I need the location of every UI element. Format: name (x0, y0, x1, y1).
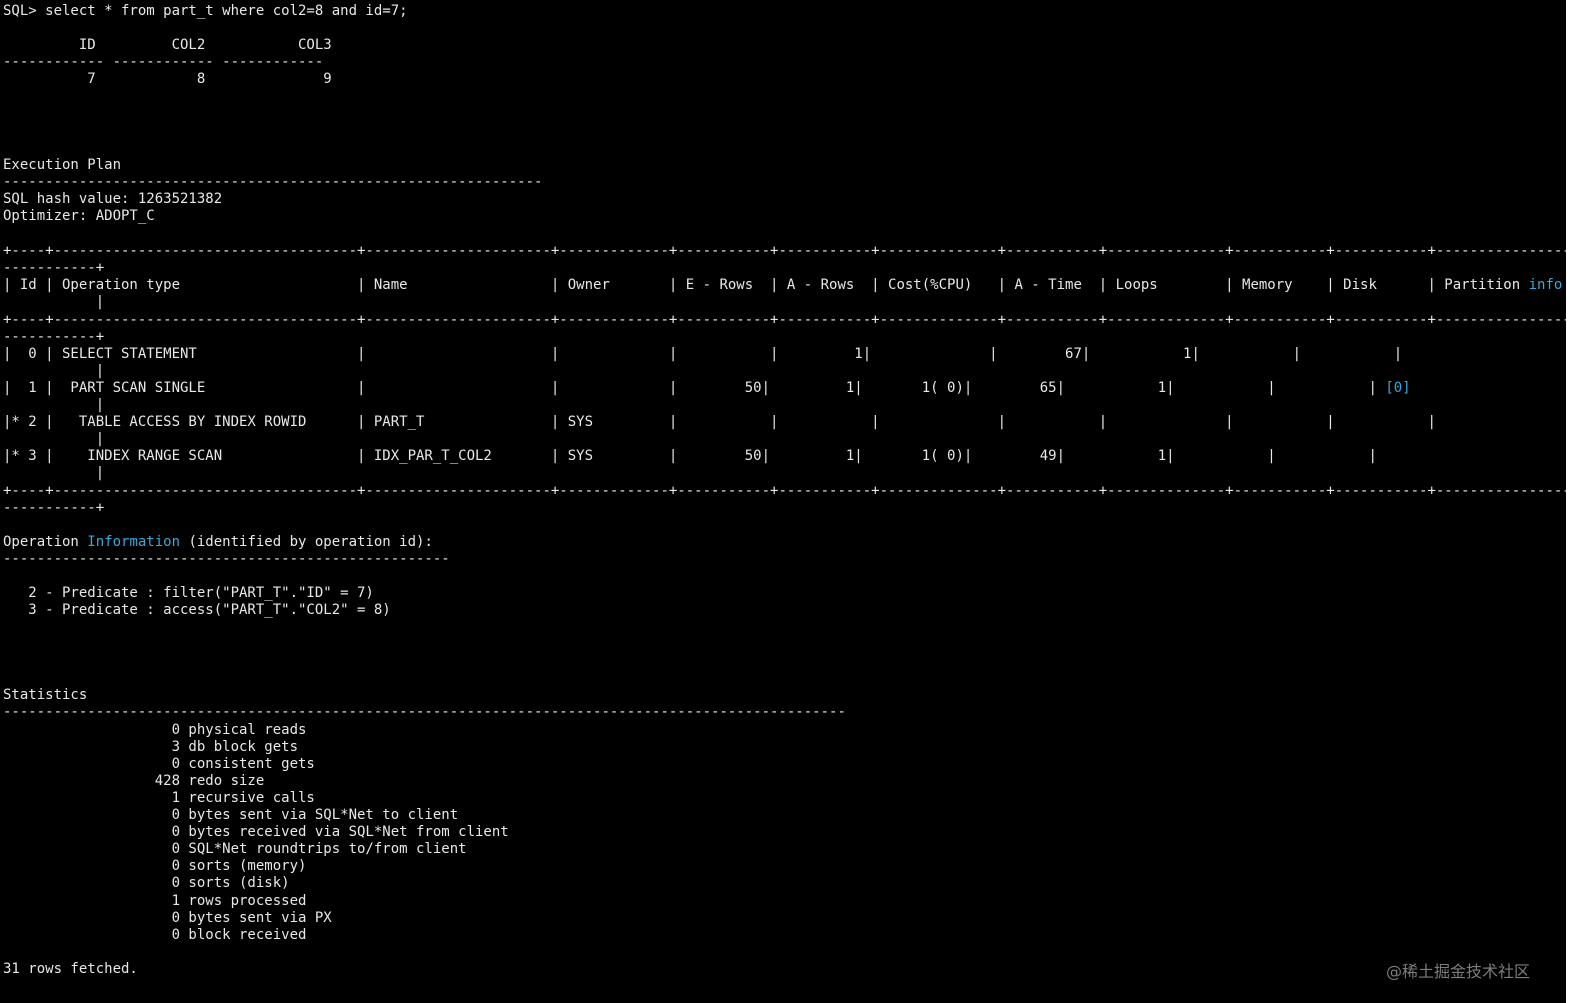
statistic-line: 0 bytes sent via SQL*Net to client (3, 807, 459, 823)
plan-header-row: | Id | Operation type | Name | Owner | E… (3, 277, 1562, 294)
statistics-rule: ----------------------------------------… (3, 704, 846, 720)
operation-info-rule: ----------------------------------------… (3, 551, 450, 567)
plan-row-0-wrap: | (3, 363, 105, 379)
rows-fetched-footer: 31 rows fetched. (3, 961, 138, 977)
statistics-title: Statistics (3, 687, 88, 703)
statistic-line: 1 recursive calls (3, 790, 315, 806)
result-row: 7 8 9 (3, 71, 332, 87)
optimizer-line: Optimizer: ADOPT_C (3, 208, 155, 224)
statistic-line: 1 rows processed (3, 893, 307, 909)
predicate-line: 2 - Predicate : filter("PART_T"."ID" = 7… (3, 585, 374, 601)
statistic-line: 3 db block gets (3, 739, 299, 755)
operation-info-title-b: (identified by operation id): (180, 534, 433, 550)
plan-header-text: | Id | Operation type | Name | Owner | E… (3, 277, 1529, 293)
plan-row-1: | 1 | PART SCAN SINGLE | | | 50| 1| 1( 0… (3, 380, 1411, 397)
predicate-line: 3 - Predicate : access("PART_T"."COL2" =… (3, 602, 391, 618)
plan-row-0: | 0 | SELECT STATEMENT | | | | 1| | 67| … (3, 346, 1403, 362)
statistic-line: 0 physical reads (3, 722, 307, 738)
window-edge (1566, 0, 1595, 1003)
plan-row-2: |* 2 | TABLE ACCESS BY INDEX ROWID | PAR… (3, 414, 1436, 430)
execution-plan-title: Execution Plan (3, 157, 122, 173)
result-separator: ------------ ------------ ------------ (3, 54, 324, 70)
plan-border-wrap: -----------+ (3, 260, 105, 276)
statistic-line: 0 bytes sent via PX (3, 910, 332, 926)
statistic-line: 0 sorts (disk) (3, 875, 290, 891)
operation-info-title-a: Operation (3, 534, 88, 550)
execution-plan-rule: ----------------------------------------… (3, 174, 543, 190)
plan-row-3-wrap: | (3, 465, 105, 481)
statistic-line: 0 block received (3, 927, 307, 943)
statistic-line: 0 SQL*Net roundtrips to/from client (3, 841, 467, 857)
statistic-line: 0 sorts (memory) (3, 858, 307, 874)
watermark: @稀土掘金技术社区 (1385, 962, 1530, 981)
plan-border-bottom: +----+----------------------------------… (3, 483, 1595, 499)
plan-border-mid-wrap: -----------+ (3, 329, 105, 345)
plan-border-bottom-wrap: -----------+ (3, 500, 105, 516)
statistic-line: 0 bytes received via SQL*Net from client (3, 824, 509, 840)
plan-row-1-text: | 1 | PART SCAN SINGLE | | | 50| 1| 1( 0… (3, 380, 1386, 396)
terminal-window[interactable]: SQL> select * from part_t where col2=8 a… (0, 0, 1595, 1003)
plan-row-1-wrap: | (3, 397, 105, 413)
sql-prompt-line: SQL> select * from part_t where col2=8 a… (3, 3, 408, 19)
sql-hash-line: SQL hash value: 1263521382 (3, 191, 223, 207)
operation-info-title: Operation Information (identified by ope… (3, 534, 433, 551)
plan-header-wrap: | (3, 294, 105, 310)
plan-border-mid: +----+----------------------------------… (3, 312, 1595, 328)
statistic-line: 428 redo size (3, 773, 265, 789)
result-header: ID COL2 COL3 (3, 37, 332, 53)
plan-row-1-partition: [0] (1385, 380, 1411, 396)
plan-row-2-wrap: | (3, 431, 105, 447)
plan-header-info: info (1528, 277, 1563, 293)
plan-row-3: |* 3 | INDEX RANGE SCAN | IDX_PAR_T_COL2… (3, 448, 1377, 464)
statistic-line: 0 consistent gets (3, 756, 315, 772)
plan-border-top: +----+----------------------------------… (3, 243, 1595, 259)
operation-info-title-hl: Information (87, 534, 181, 550)
